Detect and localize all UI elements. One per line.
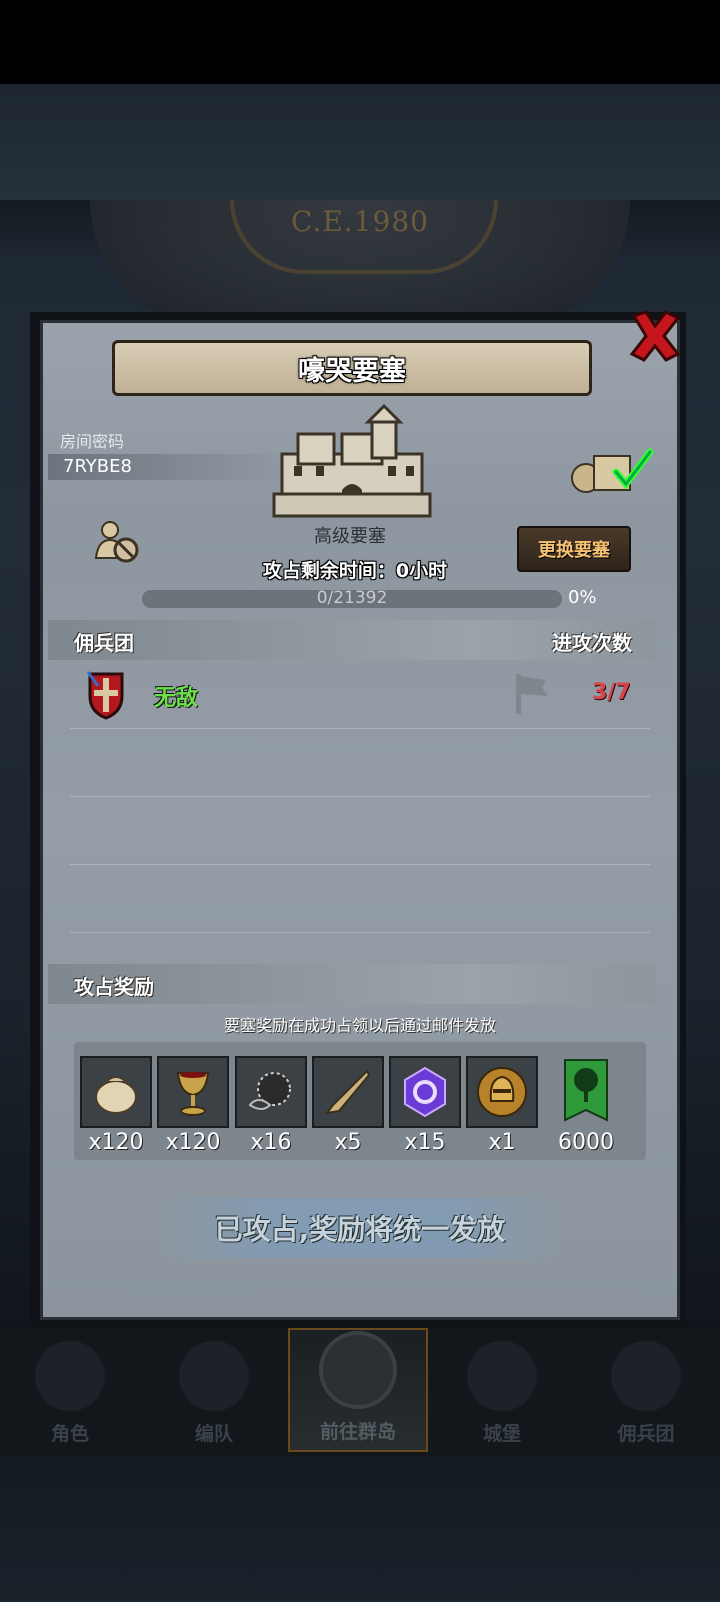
row-divider (70, 728, 650, 729)
attack-count-header: 进攻次数 (552, 631, 632, 655)
close-icon (629, 310, 681, 362)
reward-qty: x15 (404, 1130, 446, 1155)
goblet-icon (176, 1072, 210, 1116)
reward-item[interactable]: x5 (312, 1056, 384, 1155)
row-divider (70, 864, 650, 865)
loot-claimed-icon[interactable] (570, 444, 656, 496)
tree-banner-icon (564, 1059, 608, 1122)
island-icon (319, 1331, 397, 1409)
progress-percent: 0% (568, 587, 597, 608)
reward-qty: x120 (88, 1130, 144, 1155)
knight-icon (35, 1341, 105, 1411)
year-label: C.E.1980 (291, 205, 429, 238)
row-divider (70, 932, 650, 933)
change-fortress-button[interactable]: 更换要塞 (517, 526, 631, 572)
reward-qty: x5 (334, 1130, 362, 1155)
claim-status-button[interactable]: 已攻占,奖励将统一发放 (150, 1198, 570, 1258)
attack-count: 3/7 (592, 680, 631, 705)
ore-icon (248, 1072, 291, 1110)
nav-item-character[interactable]: 角色 (0, 1328, 140, 1452)
capture-timer: 攻占剩余时间：0小时 (262, 560, 448, 582)
nav-label: 编队 (194, 1423, 233, 1445)
reward-item[interactable]: 6000 (550, 1056, 622, 1155)
title-plate: 嚎哭要塞 (112, 340, 592, 396)
row-divider (70, 796, 650, 797)
nav-label: 角色 (50, 1423, 89, 1445)
user-blocked-icon[interactable] (94, 518, 140, 564)
rewards-header-label: 攻占奖励 (74, 975, 154, 999)
reward-qty: x1 (488, 1130, 516, 1155)
guild-icon (611, 1341, 681, 1411)
room-code-label: 房间密码 (60, 432, 125, 451)
horn-icon (324, 1069, 371, 1115)
reward-item[interactable]: x15 (389, 1056, 461, 1155)
team-name[interactable]: 无敌 (154, 680, 198, 712)
reward-note: 要塞奖励在成功占领以后通过邮件发放 (223, 1016, 496, 1035)
crystal-icon (404, 1066, 446, 1118)
guild-shield-icon (86, 671, 124, 720)
close-button[interactable] (628, 308, 682, 364)
nav-item-castle[interactable]: 城堡 (432, 1328, 572, 1452)
room-code-value[interactable]: 7RYBE8 (48, 454, 292, 480)
flag-icon (516, 674, 548, 714)
castle-icon (272, 404, 432, 518)
sack-icon (95, 1076, 137, 1114)
capture-progress-bar: 0/21392 (142, 588, 562, 608)
reward-item[interactable]: x1 (466, 1056, 538, 1155)
status-bar (0, 0, 720, 84)
reward-item[interactable]: x16 (235, 1056, 307, 1155)
reward-item[interactable]: x120 (80, 1056, 152, 1155)
claim-status-text: 已攻占,奖励将统一发放 (214, 1213, 506, 1246)
castle-icon (467, 1341, 537, 1411)
reward-qty: 6000 (558, 1130, 614, 1155)
nav-item-formation[interactable]: 编队 (144, 1328, 284, 1452)
nav-label: 前往群岛 (319, 1421, 396, 1443)
progress-text: 0/21392 (316, 588, 388, 608)
top-band (0, 84, 720, 200)
nav-label: 城堡 (482, 1423, 521, 1445)
reward-qty: x120 (165, 1130, 221, 1155)
nav-item-guild[interactable]: 佣兵团 (576, 1328, 716, 1452)
nav-item-islands[interactable]: 前往群岛 (288, 1328, 428, 1452)
reward-qty: x16 (250, 1130, 292, 1155)
helmet-coin-icon (477, 1067, 527, 1117)
fort-level-label: 高级要塞 (314, 526, 386, 547)
fortress-title: 嚎哭要塞 (298, 355, 406, 387)
helmet-icon (179, 1341, 249, 1411)
reward-item[interactable]: x120 (157, 1056, 229, 1155)
nav-label: 佣兵团 (617, 1423, 675, 1445)
mercenary-header-label: 佣兵团 (74, 631, 134, 655)
